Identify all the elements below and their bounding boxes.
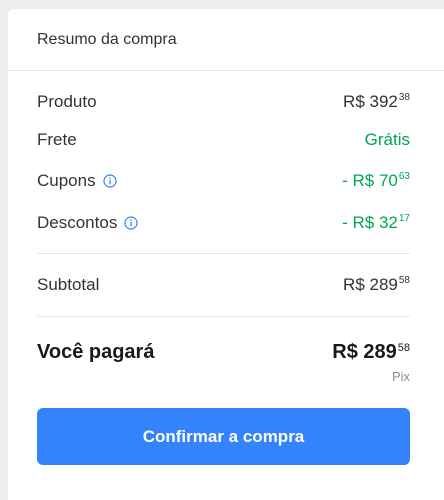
row-produto: Produto R$ 392 38 [37, 90, 410, 114]
divider [37, 253, 410, 254]
subtotal-price-main: R$ 289 [343, 275, 398, 294]
produto-price: R$ 392 38 [343, 92, 410, 112]
row-total: Você pagará R$ 289 58 [37, 338, 410, 366]
cupons-price-cents: 63 [398, 171, 410, 182]
subtotal-price-cents: 58 [398, 275, 410, 286]
row-subtotal: Subtotal R$ 289 58 [37, 273, 410, 297]
info-icon[interactable] [124, 216, 138, 230]
produto-label: Produto [37, 92, 97, 111]
card-title: Resumo da compra [37, 31, 177, 48]
total-price-cents: 58 [397, 341, 410, 354]
subtotal-label: Subtotal [37, 275, 100, 294]
cupons-label-wrap: Cupons [37, 171, 117, 191]
frete-label: Frete [37, 130, 77, 149]
cupons-price-main: - R$ 70 [342, 171, 398, 190]
produto-price-main: R$ 392 [343, 92, 398, 111]
confirm-purchase-button[interactable]: Confirmar a compra [37, 408, 410, 465]
divider [37, 316, 410, 317]
total-price-main: R$ 289 [332, 340, 397, 363]
info-icon[interactable] [103, 174, 117, 188]
summary-body: Produto R$ 392 38 Frete Grátis Cupons - R… [8, 90, 444, 384]
descontos-label-wrap: Descontos [37, 213, 138, 233]
payment-method: Pix [391, 369, 410, 384]
descontos-price: - R$ 32 17 [342, 213, 410, 233]
row-frete: Frete Grátis [37, 128, 410, 152]
frete-value: Grátis [364, 130, 410, 149]
descontos-price-main: - R$ 32 [342, 213, 398, 232]
row-cupons: Cupons - R$ 70 63 [37, 169, 410, 193]
total-price: R$ 289 58 [332, 341, 410, 364]
subtotal-price: R$ 289 58 [343, 275, 410, 295]
cupons-label: Cupons [37, 171, 96, 190]
descontos-label: Descontos [37, 213, 118, 232]
cupons-price: - R$ 70 63 [342, 171, 410, 191]
total-label: Você pagará [37, 340, 155, 363]
produto-price-cents: 38 [398, 92, 410, 103]
card-header: Resumo da compra [8, 9, 444, 71]
descontos-price-cents: 17 [398, 213, 410, 224]
row-descontos: Descontos - R$ 32 17 [37, 211, 410, 235]
purchase-summary-card: Resumo da compra Produto R$ 392 38 Frete … [8, 9, 444, 500]
